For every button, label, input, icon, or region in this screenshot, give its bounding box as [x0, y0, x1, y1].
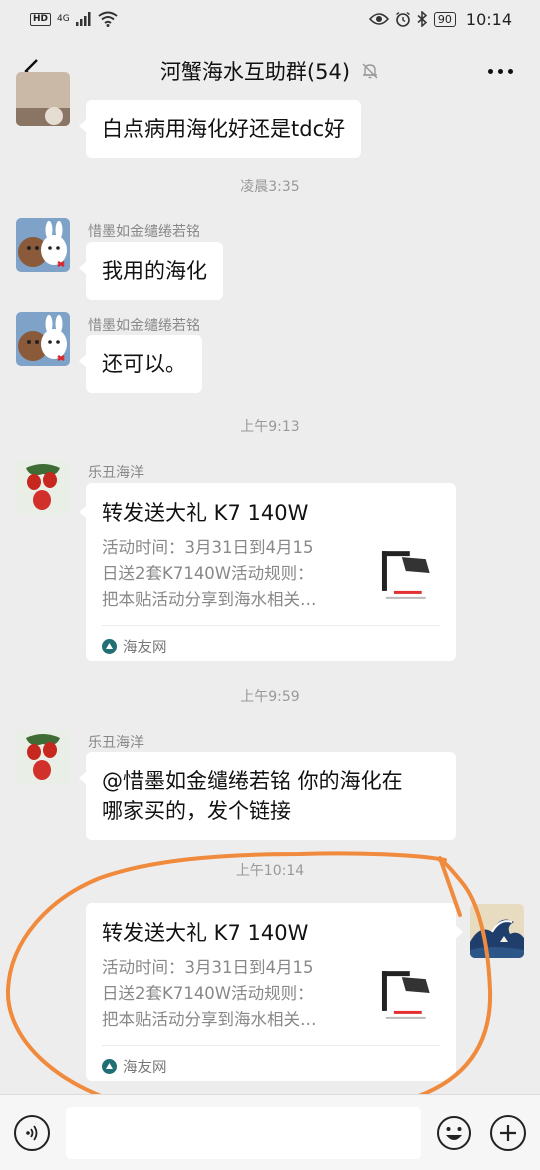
status-bar: HD 4G 90 10:14 — [0, 0, 540, 38]
message-bubble[interactable]: 我用的海化 — [79, 242, 223, 300]
timestamp: 凌晨3:35 — [240, 179, 300, 195]
avatar[interactable] — [16, 218, 70, 272]
status-right: 90 10:14 — [368, 9, 512, 29]
product-thumbnail — [376, 545, 440, 609]
message-text-line: @惜墨如金缱绻若铭 你的海化在 — [102, 769, 403, 793]
dot-icon — [507, 68, 513, 74]
chat-header: 河蟹海水互助群(54) — [0, 38, 540, 104]
dot-icon — [487, 68, 493, 74]
message-bubble[interactable]: 白点病用海化好还是tdc好 — [78, 100, 362, 158]
message-input[interactable] — [66, 1107, 421, 1159]
avatar[interactable] — [16, 730, 70, 784]
hd-badge: HD — [30, 12, 52, 26]
sender-name: 乐丑海洋 — [88, 465, 144, 481]
timestamp: 上午10:14 — [235, 863, 305, 879]
sender-name: 惜墨如金缱绻若铭 — [88, 224, 200, 240]
voice-button[interactable] — [14, 1115, 50, 1151]
card-title: 转发送大礼 K7 140W — [102, 501, 309, 525]
title-group: 河蟹海水互助群(54) — [160, 56, 380, 86]
card-source-name: 海友网 — [123, 640, 167, 656]
avatar[interactable] — [16, 72, 70, 126]
link-card[interactable]: 转发送大礼 K7 140W 活动时间：3月31日到4月15 日送2套K7140W… — [86, 903, 463, 1081]
sender-name: 乐丑海洋 — [88, 735, 144, 751]
avatar[interactable] — [16, 312, 70, 366]
status-left: HD 4G — [30, 11, 118, 27]
avatar[interactable] — [16, 460, 70, 514]
card-desc-line: 把本贴活动分享到海水相关… — [102, 590, 317, 609]
voice-icon — [26, 1125, 38, 1141]
network-type: 4G — [57, 14, 70, 24]
product-thumbnail — [376, 965, 440, 1029]
my-avatar[interactable] — [470, 904, 524, 958]
message-bubble[interactable]: @惜墨如金缱绻若铭 你的海化在 哪家买的，发个链接 — [79, 752, 456, 840]
dot-icon — [497, 68, 503, 74]
card-source-name: 海友网 — [123, 1060, 167, 1076]
sender-name: 惜墨如金缱绻若铭 — [88, 318, 200, 334]
plus-icon — [500, 1125, 516, 1141]
signal-icon — [75, 12, 91, 26]
alarm-icon — [395, 11, 410, 27]
message-text: 白点病用海化好还是tdc好 — [102, 117, 346, 141]
wifi-icon — [98, 11, 118, 27]
card-body: 活动时间：3月31日到4月15 日送2套K7140W活动规则： 把本贴活动分享到… — [102, 535, 440, 613]
emoji-button[interactable] — [436, 1115, 472, 1151]
clock: 10:14 — [465, 9, 512, 29]
input-bar — [0, 1094, 540, 1170]
card-source: 海友网 — [102, 1045, 440, 1077]
plus-button[interactable] — [490, 1115, 526, 1151]
source-logo-icon — [102, 1059, 117, 1074]
card-desc-line: 日送2套K7140W活动规则： — [102, 984, 314, 1003]
card-desc-line: 把本贴活动分享到海水相关… — [102, 1010, 317, 1029]
card-description: 活动时间：3月31日到4月15 日送2套K7140W活动规则： 把本贴活动分享到… — [102, 535, 362, 613]
card-description: 活动时间：3月31日到4月15 日送2套K7140W活动规则： 把本贴活动分享到… — [102, 955, 362, 1033]
chat-title: 河蟹海水互助群(54) — [159, 60, 351, 84]
card-body: 活动时间：3月31日到4月15 日送2套K7140W活动规则： 把本贴活动分享到… — [102, 955, 440, 1033]
card-desc-line: 活动时间：3月31日到4月15 — [102, 538, 314, 557]
timestamp: 上午9:59 — [240, 689, 300, 705]
card-title: 转发送大礼 K7 140W — [102, 921, 309, 945]
card-desc-line: 日送2套K7140W活动规则： — [102, 564, 314, 583]
card-source: 海友网 — [102, 625, 440, 657]
timestamp: 上午9:13 — [240, 419, 300, 435]
bluetooth-icon — [417, 11, 428, 27]
link-card[interactable]: 转发送大礼 K7 140W 活动时间：3月31日到4月15 日送2套K7140W… — [79, 483, 456, 661]
more-menu-button[interactable] — [484, 58, 516, 84]
message-text: 我用的海化 — [102, 259, 207, 283]
message-bubble[interactable]: 还可以。 — [79, 335, 202, 393]
message-text-line: 哪家买的，发个链接 — [102, 799, 291, 823]
mute-bell-icon — [362, 63, 378, 79]
card-desc-line: 活动时间：3月31日到4月15 — [102, 958, 314, 977]
message-text: 还可以。 — [102, 352, 186, 376]
battery-level: 90 — [433, 11, 456, 27]
source-logo-icon — [102, 639, 117, 654]
eye-icon — [368, 13, 389, 25]
